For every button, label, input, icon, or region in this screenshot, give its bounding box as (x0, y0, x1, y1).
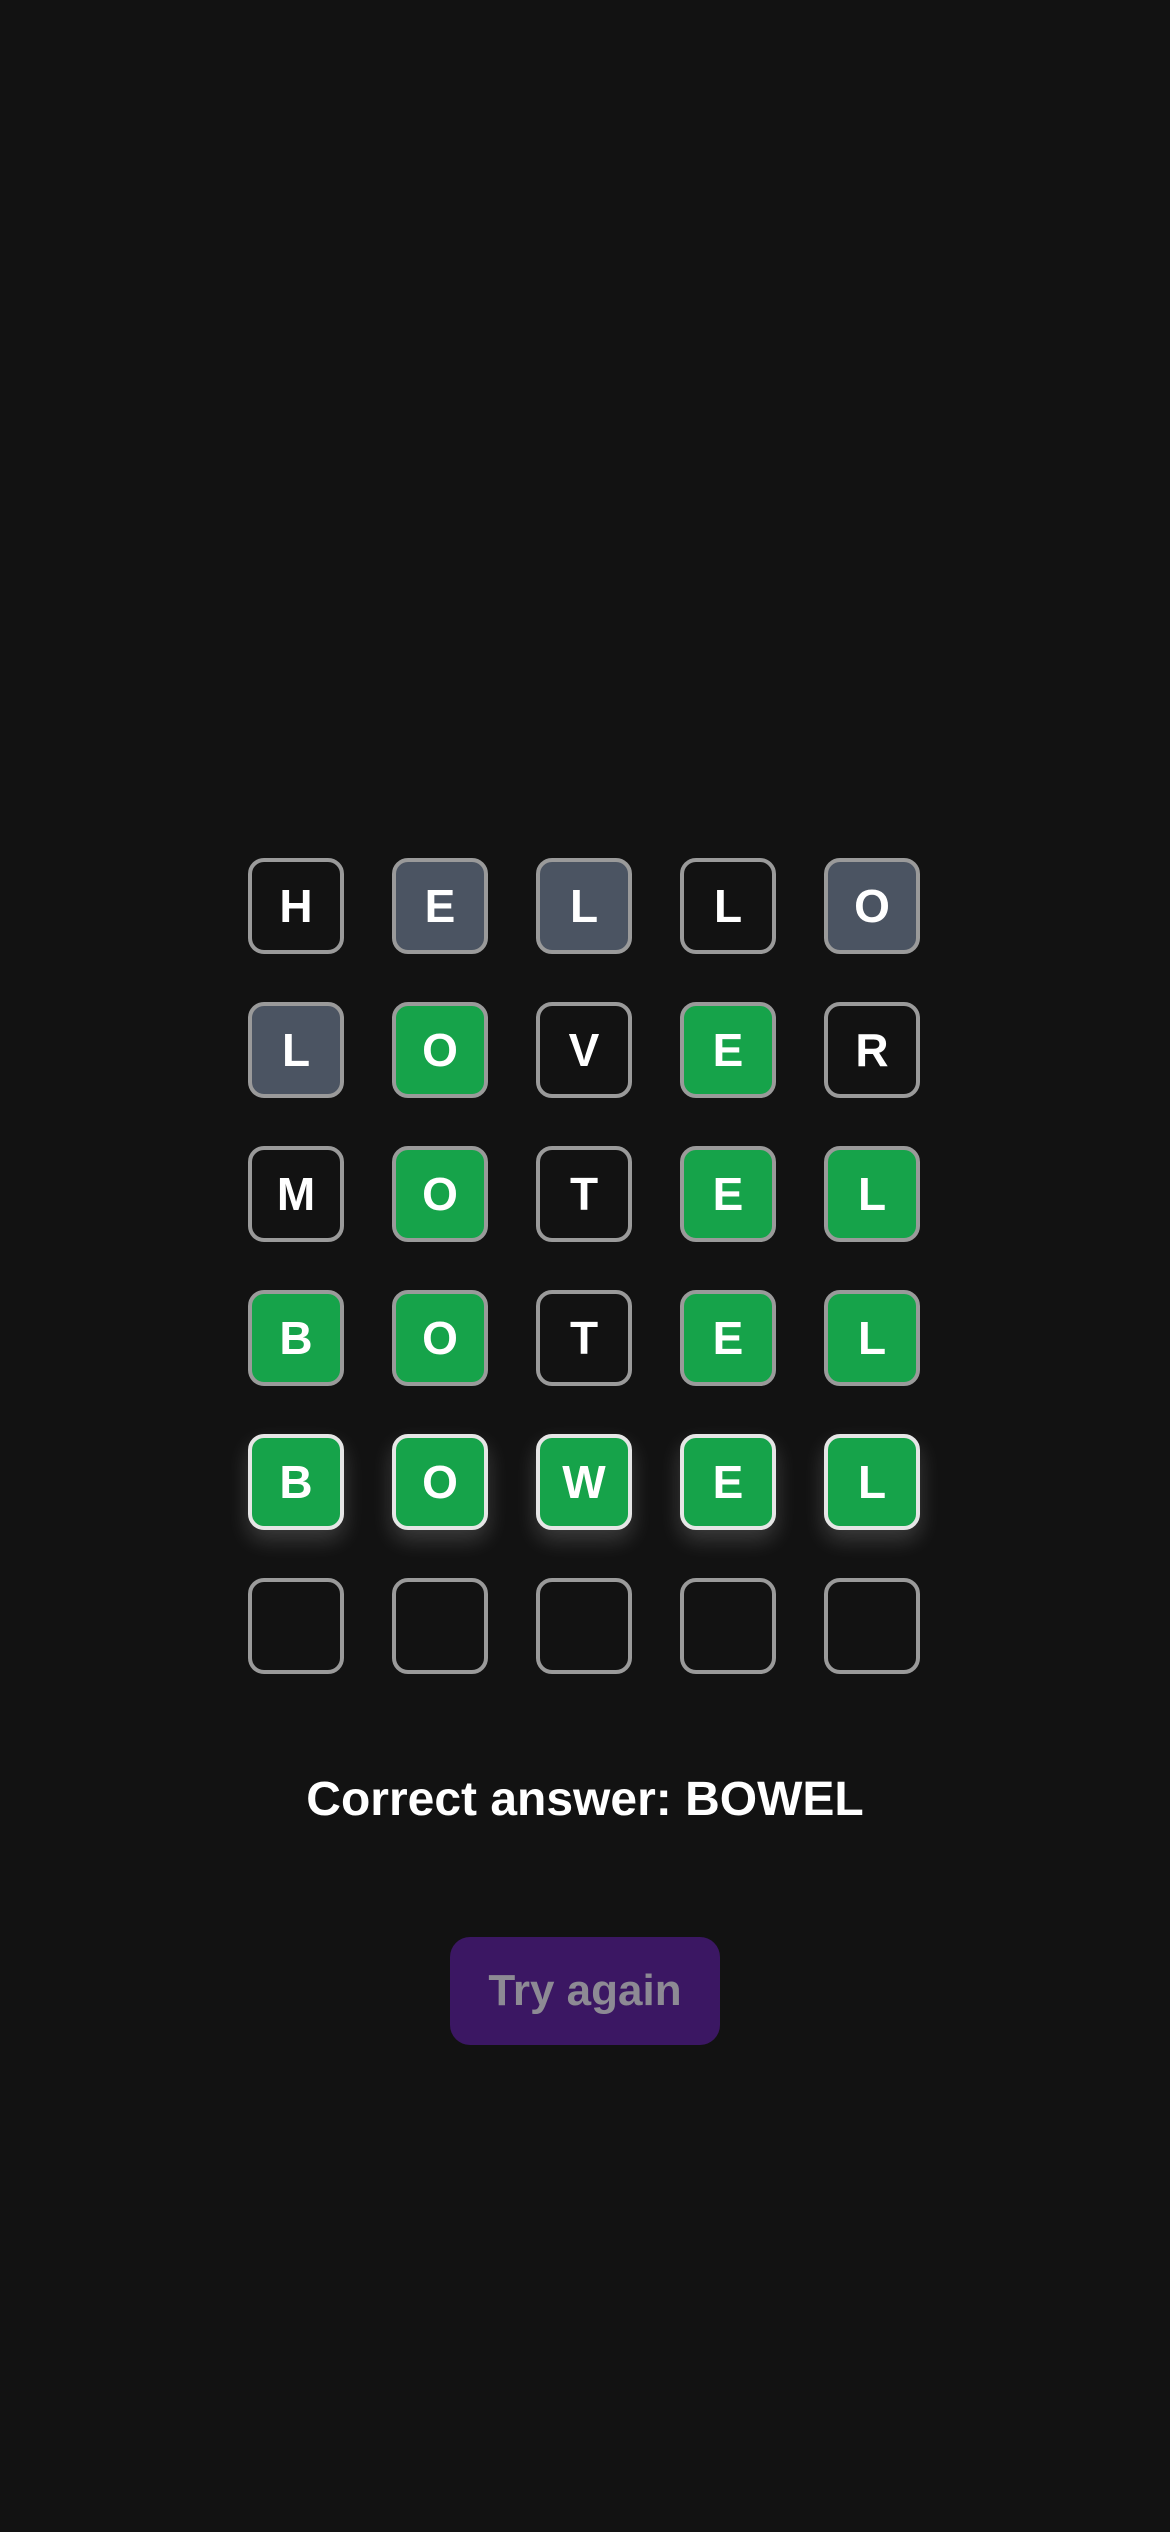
letter-tile (824, 1578, 920, 1674)
letter-tile (392, 1578, 488, 1674)
letter-tile: O (392, 1290, 488, 1386)
board-row: BOWEL (248, 1434, 922, 1530)
letter-tile: O (392, 1434, 488, 1530)
letter-tile: O (392, 1002, 488, 1098)
letter-tile: E (680, 1434, 776, 1530)
letter-tile: M (248, 1146, 344, 1242)
letter-tile: T (536, 1290, 632, 1386)
board-row: LOVER (248, 1002, 922, 1098)
letter-tile: O (392, 1146, 488, 1242)
letter-tile: L (824, 1146, 920, 1242)
try-again-button[interactable]: Try again (450, 1937, 720, 2045)
letter-tile: W (536, 1434, 632, 1530)
letter-tile: E (680, 1146, 776, 1242)
letter-tile: E (680, 1290, 776, 1386)
board-row: BOTEL (248, 1290, 922, 1386)
board-row (248, 1578, 922, 1674)
letter-tile (680, 1578, 776, 1674)
letter-tile: E (680, 1002, 776, 1098)
board-row: MOTEL (248, 1146, 922, 1242)
letter-tile: R (824, 1002, 920, 1098)
letter-tile: B (248, 1434, 344, 1530)
letter-tile: L (680, 858, 776, 954)
board-row: HELLO (248, 858, 922, 954)
letter-tile: L (536, 858, 632, 954)
letter-tile: E (392, 858, 488, 954)
letter-tile: L (824, 1290, 920, 1386)
letter-tile: H (248, 858, 344, 954)
letter-tile: O (824, 858, 920, 954)
letter-tile: T (536, 1146, 632, 1242)
letter-tile: V (536, 1002, 632, 1098)
letter-tile: L (824, 1434, 920, 1530)
correct-answer-text: Correct answer: BOWEL (306, 1773, 864, 1826)
letter-tile (536, 1578, 632, 1674)
letter-tile: B (248, 1290, 344, 1386)
letter-tile: L (248, 1002, 344, 1098)
letter-tile (248, 1578, 344, 1674)
game-board: HELLOLOVERMOTELBOTELBOWEL (248, 858, 922, 1722)
